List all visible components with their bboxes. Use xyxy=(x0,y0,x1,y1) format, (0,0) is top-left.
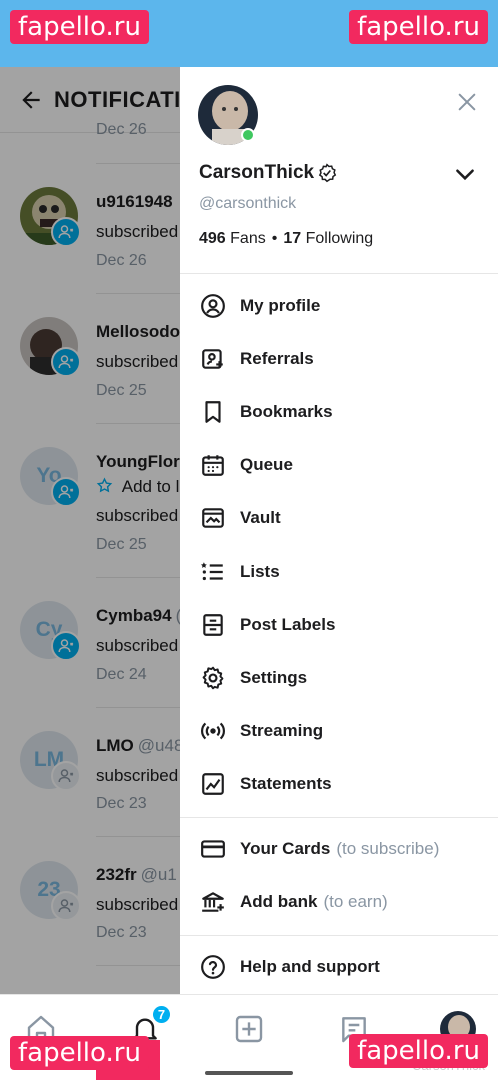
add-square-icon xyxy=(235,1015,263,1043)
online-status-dot xyxy=(241,128,255,142)
menu-label: Streaming xyxy=(240,721,324,740)
menu-label: My profile xyxy=(240,296,321,315)
menu-item-post-labels[interactable]: Post Labels xyxy=(180,600,498,650)
menu-item-settings[interactable]: Settings xyxy=(180,653,498,703)
help-circle-icon xyxy=(201,955,225,979)
fans-link[interactable]: 496 Fans xyxy=(199,230,266,247)
menu-label: Vault xyxy=(240,508,281,527)
menu-item-queue[interactable]: Queue xyxy=(180,440,498,490)
user-circle-icon xyxy=(201,294,225,318)
dot-separator: • xyxy=(271,230,278,247)
menu-item-referrals[interactable]: Referrals xyxy=(180,334,498,384)
menu-item-help-and-support[interactable]: Help and support xyxy=(180,942,498,992)
menu-label: Lists xyxy=(240,562,280,581)
menu-label: Referrals xyxy=(240,349,314,368)
profile-stats: 496 Fans • 17 Following xyxy=(199,230,373,248)
watermark-top-left: fapello.ru xyxy=(10,10,149,44)
watermark-bottom-left: fapello.ru xyxy=(10,1036,149,1070)
menu-label: Queue xyxy=(240,455,293,474)
chevron-down-icon[interactable] xyxy=(452,161,478,187)
gear-icon xyxy=(202,666,224,690)
menu-item-my-profile[interactable]: My profile xyxy=(180,281,498,331)
following-count: 17 xyxy=(283,230,302,247)
following-link[interactable]: 17 Following xyxy=(283,230,373,247)
watermark-top-right: fapello.ru xyxy=(349,10,488,44)
menu-item-streaming[interactable]: Streaming xyxy=(180,706,498,756)
menu-item-vault[interactable]: Vault xyxy=(180,493,498,543)
menu-item-lists[interactable]: Lists xyxy=(180,547,498,597)
menu-label: Bookmarks xyxy=(240,402,333,421)
side-menu-drawer: CarsonThick @carsonthick 496 Fans • 17 Fol… xyxy=(180,67,498,994)
divider xyxy=(180,817,498,818)
referrals-icon xyxy=(202,349,223,369)
calendar-icon xyxy=(202,455,224,476)
bank-icon xyxy=(202,892,224,912)
verified-badge-icon xyxy=(318,163,337,183)
home-indicator xyxy=(205,1071,293,1075)
menu-item-bookmarks[interactable]: Bookmarks xyxy=(180,387,498,437)
menu-item-your-cards[interactable]: Your Cards (to subscribe) xyxy=(180,824,498,874)
menu-item-statements[interactable]: Statements xyxy=(180,759,498,809)
menu-label: Add bank xyxy=(240,892,318,911)
list-icon xyxy=(200,562,223,581)
menu-note: (to earn) xyxy=(323,892,388,911)
post-labels-icon xyxy=(203,614,223,636)
fans-count: 496 xyxy=(199,230,226,247)
profile-name[interactable]: CarsonThick xyxy=(199,162,314,184)
divider xyxy=(180,935,498,936)
following-label: Following xyxy=(305,230,374,247)
close-button[interactable] xyxy=(452,87,482,117)
streaming-icon xyxy=(201,722,225,740)
menu-item-add-bank[interactable]: Add bank (to earn) xyxy=(180,877,498,927)
credit-card-icon xyxy=(201,840,225,858)
bookmark-icon xyxy=(205,401,221,423)
menu-label: Settings xyxy=(240,668,308,687)
nav-new-post-button[interactable] xyxy=(231,1011,267,1047)
menu-label: Post Labels xyxy=(240,615,336,634)
watermark-bottom-right: fapello.ru xyxy=(349,1034,488,1068)
menu-label: Help and support xyxy=(240,957,380,976)
profile-handle: @carsonthick xyxy=(199,195,297,212)
fans-label: Fans xyxy=(230,230,266,247)
menu-label: Statements xyxy=(240,774,332,793)
notification-count-badge: 7 xyxy=(151,1004,172,1025)
menu-label: Your Cards xyxy=(240,839,331,858)
divider xyxy=(180,273,498,274)
vault-image-icon xyxy=(202,508,224,528)
close-icon xyxy=(458,93,476,111)
statements-chart-icon xyxy=(202,773,224,795)
menu-note: (to subscribe) xyxy=(336,839,440,858)
